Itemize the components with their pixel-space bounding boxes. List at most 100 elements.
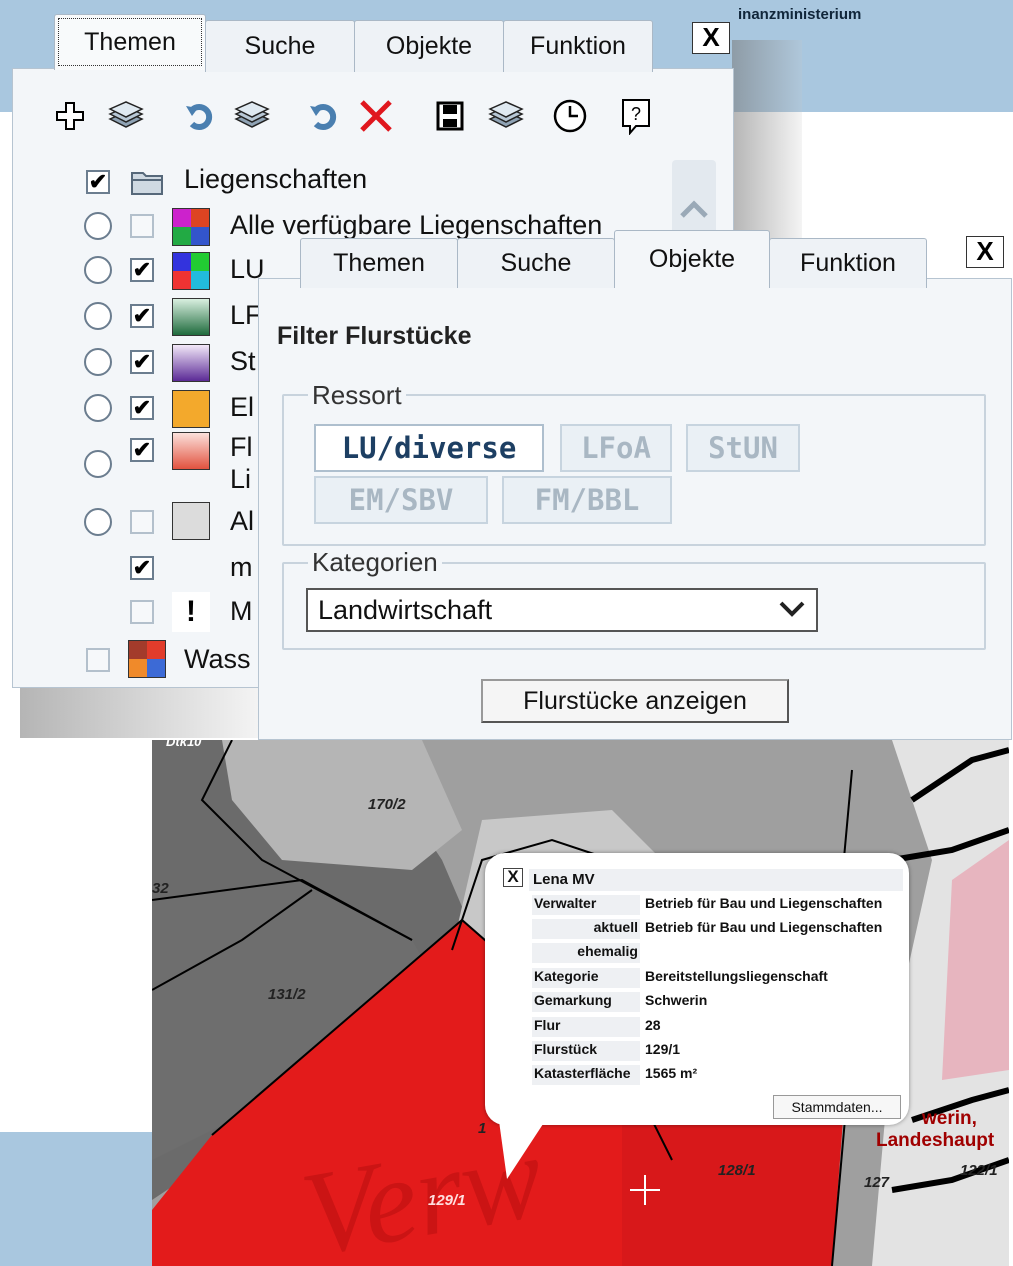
close-icon[interactable]: X [692,22,730,54]
layer-checkbox[interactable] [130,600,154,624]
layer-checkbox[interactable]: ✔ [130,438,154,462]
popup-row: ehemalig [532,941,904,963]
chevron-down-icon [779,601,805,617]
popup-row: aktuell Betrieb für Bau und Liegenschaft… [532,917,904,939]
map-top-label: Dtk10 [166,740,202,749]
legend-swatch [172,502,210,540]
layers-icon[interactable] [106,94,146,138]
kategorien-select[interactable]: Landwirtschaft [306,588,818,632]
show-parcels-button[interactable]: Flurstücke anzeigen [481,679,789,723]
popup-row: Flurstück 129/1 [532,1039,904,1061]
legend-swatch [172,252,210,290]
legend-swatch [128,640,166,678]
ressort-button-em[interactable]: EM/SBV [314,476,488,524]
layer-checkbox[interactable]: ✔ [130,396,154,420]
ressort-button-stun[interactable]: StUN [686,424,800,472]
layer-checkbox[interactable]: ✔ [130,350,154,374]
layer-radio[interactable] [84,256,112,284]
ressort-button-lu[interactable]: LU/diverse [314,424,544,472]
tab-funktion[interactable]: Funktion [503,20,653,72]
add-layer-icon[interactable] [50,94,90,138]
popup-title: Lena MV [533,871,595,888]
layer-radio[interactable] [84,348,112,376]
tab-suche[interactable]: Suche [457,238,615,288]
tab-themen[interactable]: Themen [54,14,206,70]
layer-checkbox[interactable] [130,214,154,238]
layer-checkbox[interactable]: ✔ [130,556,154,580]
layers-icon[interactable] [232,94,272,138]
layer-label-line2: Li [230,464,252,494]
close-icon[interactable]: X [966,236,1004,268]
legend-swatch [172,208,210,246]
folder-label: Liegenschaften [184,164,368,194]
ministry-title: inanzministerium [738,6,862,23]
delete-icon[interactable] [356,94,396,138]
layer-checkbox[interactable] [86,648,110,672]
layer-label: St [230,346,256,376]
ressort-legend: Ressort [308,380,406,411]
footer-band [0,1132,160,1266]
refresh-icon[interactable] [304,94,344,138]
layer-radio[interactable] [84,302,112,330]
layer-checkbox[interactable]: ✔ [130,304,154,328]
kategorien-selected-value: Landwirtschaft [318,595,493,625]
kategorien-legend: Kategorien [308,547,442,578]
popup-value: Bereitstellungsliegenschaft [645,968,828,984]
popup-value: Betrieb für Bau und Liegenschaften [645,895,883,911]
popup-value: Schwerin [645,992,708,1008]
popup-pointer [499,1121,545,1179]
layer-radio[interactable] [84,508,112,536]
parcel-label: 32 [152,880,169,897]
themen-tabbar: Themen Suche Objekte Funktion [54,14,653,72]
popup-row: Verwalter Betrieb für Bau und Liegenscha… [532,893,904,915]
popup-key: aktuell [532,919,640,939]
tab-themen[interactable]: Themen [300,238,458,288]
legend-swatch [172,390,210,428]
popup-row: Flur 28 [532,1015,904,1037]
layer-checkbox[interactable]: ✔ [130,258,154,282]
svg-text:?: ? [631,104,641,124]
stammdaten-button[interactable]: Stammdaten... [773,1095,901,1119]
ressort-button-lfoa[interactable]: LFoA [560,424,672,472]
filter-title: Filter Flurstücke [277,322,472,350]
popup-value: 1565 m² [645,1065,698,1081]
parcel-label: 128/1 [718,1162,756,1179]
folder-icon [130,168,164,201]
tab-suche[interactable]: Suche [205,20,355,72]
folder-checkbox[interactable]: ✔ [86,170,110,194]
panel-shadow [20,686,260,738]
popup-row: Gemarkung Schwerin [532,990,904,1012]
popup-row: Kategorie Bereitstellungsliegenschaft [532,966,904,988]
legend-swatch [172,432,210,470]
layer-label: Fl [230,432,253,462]
layer-radio[interactable] [84,394,112,422]
ressort-button-fm[interactable]: FM/BBL [502,476,672,524]
clock-icon[interactable] [550,94,590,138]
tab-funktion[interactable]: Funktion [769,238,927,288]
tab-objekte[interactable]: Objekte [354,20,504,72]
refresh-icon[interactable] [180,94,220,138]
help-icon[interactable]: ? [616,94,656,138]
layer-checkbox[interactable] [130,510,154,534]
layer-label: Wass [184,644,251,674]
parcel-label: 170/2 [368,796,406,813]
popup-key: Flur [532,1017,640,1037]
popup-key: Katasterfläche [532,1065,640,1085]
tab-objekte[interactable]: Objekte [614,230,770,288]
popup-key: Verwalter [532,895,640,915]
popup-key: Gemarkung [532,992,640,1012]
legend-swatch [172,344,210,382]
close-icon[interactable]: X [503,868,523,887]
layers-icon[interactable] [486,94,526,138]
parcel-info-popup: X Lena MV Verwalter Betrieb für Bau und … [485,853,909,1179]
layer-label: Al [230,506,255,536]
layer-radio[interactable] [84,450,112,478]
parcel-label: 131/2 [268,986,306,1003]
layer-label: M [230,596,253,626]
layer-radio[interactable] [84,212,112,240]
popup-row: Katasterfläche 1565 m² [532,1063,904,1085]
popup-key: ehemalig [532,943,640,963]
place-label: Landeshaupt [876,1130,995,1151]
legend-swatch [172,298,210,336]
save-icon[interactable] [430,94,470,138]
